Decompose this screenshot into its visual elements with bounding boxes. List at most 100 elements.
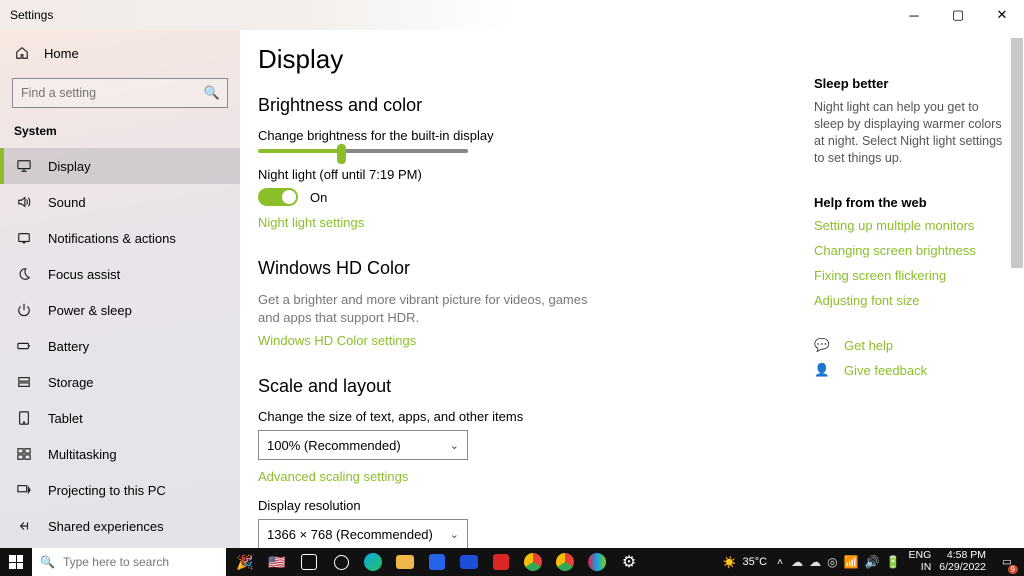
taskbar-emoji[interactable]: 🎉 [230, 548, 260, 576]
weather-widget[interactable]: ☀️ 35°C [723, 556, 767, 569]
scale-value: 100% (Recommended) [267, 438, 401, 453]
sidebar-item-multitasking[interactable]: Multitasking [0, 436, 240, 472]
sidebar-item-label: Power & sleep [48, 303, 132, 318]
help-link-monitors[interactable]: Setting up multiple monitors [814, 218, 1008, 233]
brightness-slider[interactable] [258, 149, 468, 153]
taskbar: 🔍 Type here to search 🎉 🇺🇸 ⚙ ☀️ 35°C ˄ ☁… [0, 548, 1024, 576]
sidebar-item-display[interactable]: Display [0, 148, 240, 184]
cortana-button[interactable] [326, 548, 356, 576]
sidebar-item-notifications-actions[interactable]: Notifications & actions [0, 220, 240, 256]
taskbar-app-chrome[interactable] [518, 548, 548, 576]
sleep-better-title: Sleep better [814, 76, 1008, 91]
sidebar: Home 🔍 System Display Sound Notifications … [0, 30, 240, 548]
moon-icon [16, 266, 32, 282]
taskbar-app-edge[interactable] [358, 548, 388, 576]
section-label: System [0, 118, 240, 148]
project-icon [16, 482, 32, 498]
tray-cloud-icon[interactable]: ☁ [809, 555, 821, 569]
help-link-font[interactable]: Adjusting font size [814, 293, 1008, 308]
tablet-icon [16, 410, 32, 426]
search-icon: 🔍 [204, 85, 220, 101]
chevron-down-icon: ⌄ [450, 439, 459, 452]
taskbar-app-store[interactable] [422, 548, 452, 576]
sidebar-item-label: Storage [48, 375, 94, 390]
toggle-state: On [310, 190, 327, 205]
start-button[interactable] [0, 548, 32, 576]
maximize-button[interactable]: ▢ [936, 0, 980, 30]
sound-icon [16, 194, 32, 210]
resolution-dropdown[interactable]: 1366 × 768 (Recommended) ⌄ [258, 519, 468, 548]
sidebar-item-label: Tablet [48, 411, 83, 426]
tray-date[interactable]: 6/29/2022 [939, 561, 986, 573]
tray-lang1[interactable]: ENG [909, 549, 932, 561]
sidebar-item-power-sleep[interactable]: Power & sleep [0, 292, 240, 328]
sidebar-item-focus-assist[interactable]: Focus assist [0, 256, 240, 292]
night-light-label: Night light (off until 7:19 PM) [258, 167, 794, 182]
sidebar-item-storage[interactable]: Storage [0, 364, 240, 400]
storage-icon [16, 374, 32, 390]
taskbar-app-mail[interactable] [454, 548, 484, 576]
taskbar-app-explorer[interactable] [390, 548, 420, 576]
tray-battery-icon[interactable]: 🔋 [886, 555, 901, 569]
sun-icon: ☀️ [723, 556, 737, 569]
sidebar-item-label: Display [48, 159, 91, 174]
tray-location-icon[interactable]: ◎ [827, 555, 837, 569]
task-view-button[interactable] [294, 548, 324, 576]
gear-icon: ⚙ [622, 552, 636, 572]
taskbar-app-paint[interactable] [582, 548, 612, 576]
chevron-down-icon: ⌄ [450, 528, 459, 541]
tray-wifi-icon[interactable]: 📶 [844, 555, 859, 569]
scrollbar[interactable] [1010, 30, 1024, 548]
search-input[interactable] [12, 78, 228, 108]
page-title: Display [258, 44, 794, 75]
sidebar-item-projecting-to-this-pc[interactable]: Projecting to this PC [0, 472, 240, 508]
help-link-brightness[interactable]: Changing screen brightness [814, 243, 1008, 258]
tray-chevron-icon[interactable]: ˄ [777, 556, 783, 568]
night-light-settings-link[interactable]: Night light settings [258, 215, 364, 230]
share-icon [16, 518, 32, 534]
sidebar-item-sound[interactable]: Sound [0, 184, 240, 220]
scale-size-label: Change the size of text, apps, and other… [258, 409, 794, 424]
scale-dropdown[interactable]: 100% (Recommended) ⌄ [258, 430, 468, 460]
sidebar-item-label: Sound [48, 195, 86, 210]
notification-count: 9 [1008, 565, 1018, 574]
hdcolor-settings-link[interactable]: Windows HD Color settings [258, 333, 416, 348]
help-web-title: Help from the web [814, 195, 1008, 210]
multitask-icon [16, 446, 32, 462]
power-icon [16, 302, 32, 318]
sidebar-item-battery[interactable]: Battery [0, 328, 240, 364]
slider-thumb[interactable] [337, 144, 346, 164]
taskbar-flag[interactable]: 🇺🇸 [262, 548, 292, 576]
search-icon: 🔍 [40, 555, 55, 569]
get-help-link[interactable]: Get help [844, 338, 893, 353]
sidebar-item-tablet[interactable]: Tablet [0, 400, 240, 436]
taskbar-app-chrome2[interactable] [550, 548, 580, 576]
battery-icon [16, 338, 32, 354]
sidebar-item-label: Projecting to this PC [48, 483, 166, 498]
sidebar-item-shared-experiences[interactable]: Shared experiences [0, 508, 240, 544]
scrollbar-thumb[interactable] [1011, 38, 1023, 268]
tray-volume-icon[interactable]: 🔊 [865, 555, 880, 569]
sidebar-item-label: Notifications & actions [48, 231, 176, 246]
minimize-button[interactable]: ─ [892, 0, 936, 30]
help-link-flicker[interactable]: Fixing screen flickering [814, 268, 1008, 283]
tray-time[interactable]: 4:58 PM [947, 549, 986, 561]
brightness-slider-label: Change brightness for the built-in displ… [258, 128, 794, 143]
night-light-toggle[interactable] [258, 188, 298, 206]
feedback-link[interactable]: Give feedback [844, 363, 927, 378]
taskbar-search[interactable]: 🔍 Type here to search [32, 548, 226, 576]
advanced-scaling-link[interactable]: Advanced scaling settings [258, 469, 408, 484]
notification-button[interactable]: ▭ 9 [994, 548, 1020, 576]
hdcolor-desc: Get a brighter and more vibrant picture … [258, 291, 598, 326]
monitor-icon [16, 158, 32, 174]
hdcolor-heading: Windows HD Color [258, 258, 794, 279]
feedback-icon: 👤 [814, 363, 828, 378]
notif-icon [16, 230, 32, 246]
tray-onedrive-icon[interactable]: ☁ [791, 555, 803, 569]
taskbar-app-settings[interactable]: ⚙ [614, 548, 644, 576]
taskbar-app-office[interactable] [486, 548, 516, 576]
home-button[interactable]: Home [0, 36, 240, 70]
taskbar-search-text: Type here to search [63, 555, 169, 569]
tray-lang2[interactable]: IN [921, 561, 932, 573]
resolution-label: Display resolution [258, 498, 794, 513]
